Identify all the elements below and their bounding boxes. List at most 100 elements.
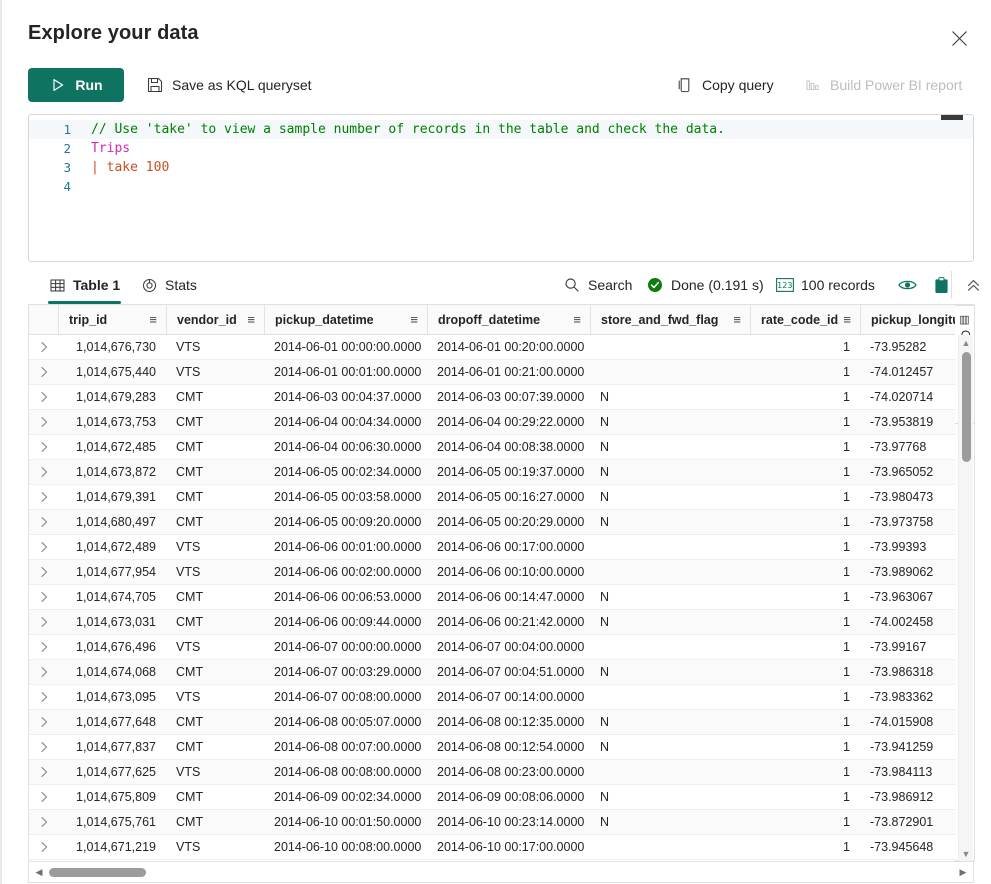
table-row[interactable]: 1,014,673,031 CMT 2014-06-06 00:09:44.0000… xyxy=(29,610,973,635)
column-header-label: store_and_fwd_flag xyxy=(601,312,719,327)
tab-stats[interactable]: Stats xyxy=(140,266,197,304)
code-token: Trips xyxy=(91,141,131,156)
kql-query-editor[interactable]: 1 // Use 'take' to view a sample number o… xyxy=(28,114,974,262)
table-row[interactable]: 1,014,677,954 VTS 2014-06-06 00:02:00.0000… xyxy=(29,560,973,585)
table-row[interactable]: 1,014,673,872 CMT 2014-06-05 00:02:34.0000… xyxy=(29,460,973,485)
build-power-bi-report-label: Build Power BI report xyxy=(830,77,963,93)
code-line[interactable]: 4 xyxy=(29,177,973,196)
chevron-right-icon[interactable] xyxy=(29,335,58,360)
column-header-vendor_id[interactable]: vendor_id ≡ xyxy=(166,305,264,335)
search-icon xyxy=(563,276,581,294)
table-row[interactable]: 1,014,680,497 CMT 2014-06-05 00:09:20.0000… xyxy=(29,510,973,535)
column-menu-icon[interactable]: ≡ xyxy=(573,313,590,326)
cell-vendor_id: CMT xyxy=(176,515,204,529)
chevron-right-icon[interactable] xyxy=(29,685,58,710)
table-row[interactable]: 1,014,671,219 VTS 2014-06-10 00:08:00.0000… xyxy=(29,835,973,860)
cell-trip_id: 1,014,677,837 xyxy=(76,740,156,754)
table-row[interactable]: 1,014,674,068 CMT 2014-06-07 00:03:29.0000… xyxy=(29,660,973,685)
cell-trip_id: 1,014,672,485 xyxy=(76,440,156,454)
chevron-right-icon[interactable] xyxy=(29,385,58,410)
cell-dropoff_datetime: 2014-06-01 00:21:00.0000 xyxy=(437,365,585,379)
chevron-right-icon[interactable] xyxy=(29,660,58,685)
cell-rate_code_id: 1 xyxy=(843,440,850,454)
table-row[interactable]: 1,014,676,730 VTS 2014-06-01 00:00:00.0000… xyxy=(29,335,973,360)
table-row[interactable]: 1,014,679,391 CMT 2014-06-05 00:03:58.0000… xyxy=(29,485,973,510)
cell-store_and_fwd_flag: N xyxy=(600,815,610,829)
chevron-right-icon[interactable] xyxy=(29,535,58,560)
chevron-right-icon[interactable] xyxy=(29,560,58,585)
run-button[interactable]: Run xyxy=(28,68,124,102)
cell-dropoff_datetime: 2014-06-01 00:20:00.0000 xyxy=(437,340,585,354)
code-line[interactable]: 1 // Use 'take' to view a sample number o… xyxy=(29,120,973,139)
table-row[interactable]: 1,014,672,489 VTS 2014-06-06 00:01:00.0000… xyxy=(29,535,973,560)
cell-pickup_datetime: 2014-06-01 00:00:00.0000 xyxy=(274,340,422,354)
column-header-trip_id[interactable]: trip_id ≡ xyxy=(58,305,166,335)
table-row[interactable]: 1,014,672,485 CMT 2014-06-04 00:06:30.0000… xyxy=(29,435,973,460)
code-line[interactable]: 2 Trips xyxy=(29,139,973,158)
editor-code-area[interactable]: 1 // Use 'take' to view a sample number o… xyxy=(29,115,973,196)
chevron-right-icon[interactable] xyxy=(29,510,58,535)
column-menu-icon[interactable]: ≡ xyxy=(733,313,750,326)
table-row[interactable]: 1,014,677,837 CMT 2014-06-08 00:07:00.0000… xyxy=(29,735,973,760)
column-menu-icon[interactable]: ≡ xyxy=(149,313,166,326)
cell-pickup_datetime: 2014-06-05 00:03:58.0000 xyxy=(274,490,422,504)
copy-query-button[interactable]: Copy query xyxy=(672,68,778,102)
chevron-right-icon[interactable] xyxy=(29,585,58,610)
chevron-right-icon[interactable] xyxy=(29,810,58,835)
chevron-right-icon[interactable] xyxy=(29,635,58,660)
chevron-right-icon[interactable] xyxy=(29,610,58,635)
vertical-scroll-thumb[interactable] xyxy=(962,352,971,462)
horizontal-scroll-thumb[interactable] xyxy=(49,868,146,877)
code-text: | take 100 xyxy=(81,158,169,177)
chevron-right-icon[interactable] xyxy=(29,835,58,860)
eye-icon[interactable] xyxy=(893,266,921,304)
chevron-right-icon[interactable] xyxy=(29,485,58,510)
chevron-right-icon[interactable] xyxy=(29,410,58,435)
column-menu-icon[interactable]: ≡ xyxy=(247,313,264,326)
grid-vertical-scrollbar[interactable]: ▲ ▼ xyxy=(958,335,973,861)
scroll-left-arrow-icon[interactable]: ◀ xyxy=(31,862,47,882)
column-header-pickup_datetime[interactable]: pickup_datetime ≡ xyxy=(264,305,427,335)
column-header-dropoff_datetime[interactable]: dropoff_datetime ≡ xyxy=(427,305,590,335)
table-row[interactable]: 1,014,675,761 CMT 2014-06-10 00:01:50.0000… xyxy=(29,810,973,835)
chevron-right-icon[interactable] xyxy=(29,785,58,810)
scroll-down-arrow-icon[interactable]: ▼ xyxy=(959,846,973,861)
code-token: // Use 'take' to view a sample number of… xyxy=(91,122,725,137)
table-row[interactable]: 1,014,675,440 VTS 2014-06-01 00:01:00.0000… xyxy=(29,360,973,385)
table-row[interactable]: 1,014,674,705 CMT 2014-06-06 00:06:53.0000… xyxy=(29,585,973,610)
save-as-kql-queryset-button[interactable]: Save as KQL queryset xyxy=(142,68,316,102)
column-header-rate_code_id[interactable]: rate_code_id ≡ xyxy=(750,305,860,335)
table-row[interactable]: 1,014,673,095 VTS 2014-06-07 00:08:00.0000… xyxy=(29,685,973,710)
table-row[interactable]: 1,014,676,496 VTS 2014-06-07 00:00:00.0000… xyxy=(29,635,973,660)
grid-horizontal-scrollbar[interactable]: ◀ ▶ xyxy=(28,861,974,883)
tab-table-1-label: Table 1 xyxy=(73,277,121,293)
build-power-bi-report-button[interactable]: Build Power BI report xyxy=(800,68,966,102)
cell-store_and_fwd_flag: N xyxy=(600,665,610,679)
tab-table-1[interactable]: Table 1 xyxy=(48,266,120,304)
chevron-right-icon[interactable] xyxy=(29,435,58,460)
cell-pickup_datetime: 2014-06-07 00:08:00.0000 xyxy=(274,690,422,704)
scroll-right-arrow-icon[interactable]: ▶ xyxy=(955,862,971,882)
code-line[interactable]: 3 | take 100 xyxy=(29,158,973,177)
table-row[interactable]: 1,014,679,283 CMT 2014-06-03 00:04:37.0000… xyxy=(29,385,973,410)
cell-vendor_id: CMT xyxy=(176,665,204,679)
cell-rate_code_id: 1 xyxy=(843,465,850,479)
column-menu-icon[interactable]: ≡ xyxy=(843,313,860,326)
grid-header-row: trip_id ≡ vendor_id ≡ pickup_datetime ≡ dropof… xyxy=(29,305,973,335)
close-icon[interactable] xyxy=(945,24,973,52)
scroll-up-arrow-icon[interactable]: ▲ xyxy=(959,335,973,350)
table-row[interactable]: 1,014,677,648 CMT 2014-06-08 00:05:07.0000… xyxy=(29,710,973,735)
search-button[interactable]: Search xyxy=(563,266,632,304)
chevron-right-icon[interactable] xyxy=(29,760,58,785)
table-row[interactable]: 1,014,677,625 VTS 2014-06-08 00:08:00.0000… xyxy=(29,760,973,785)
column-menu-icon[interactable]: ≡ xyxy=(410,313,427,326)
chevron-right-icon[interactable] xyxy=(29,735,58,760)
table-row[interactable]: 1,014,675,809 CMT 2014-06-09 00:02:34.0000… xyxy=(29,785,973,810)
chevron-double-up-icon[interactable] xyxy=(959,266,987,304)
line-number: 1 xyxy=(63,122,71,137)
chevron-right-icon[interactable] xyxy=(29,360,58,385)
column-header-store_and_fwd_flag[interactable]: store_and_fwd_flag ≡ xyxy=(590,305,750,335)
chevron-right-icon[interactable] xyxy=(29,710,58,735)
table-row[interactable]: 1,014,673,753 CMT 2014-06-04 00:04:34.0000… xyxy=(29,410,973,435)
chevron-right-icon[interactable] xyxy=(29,460,58,485)
